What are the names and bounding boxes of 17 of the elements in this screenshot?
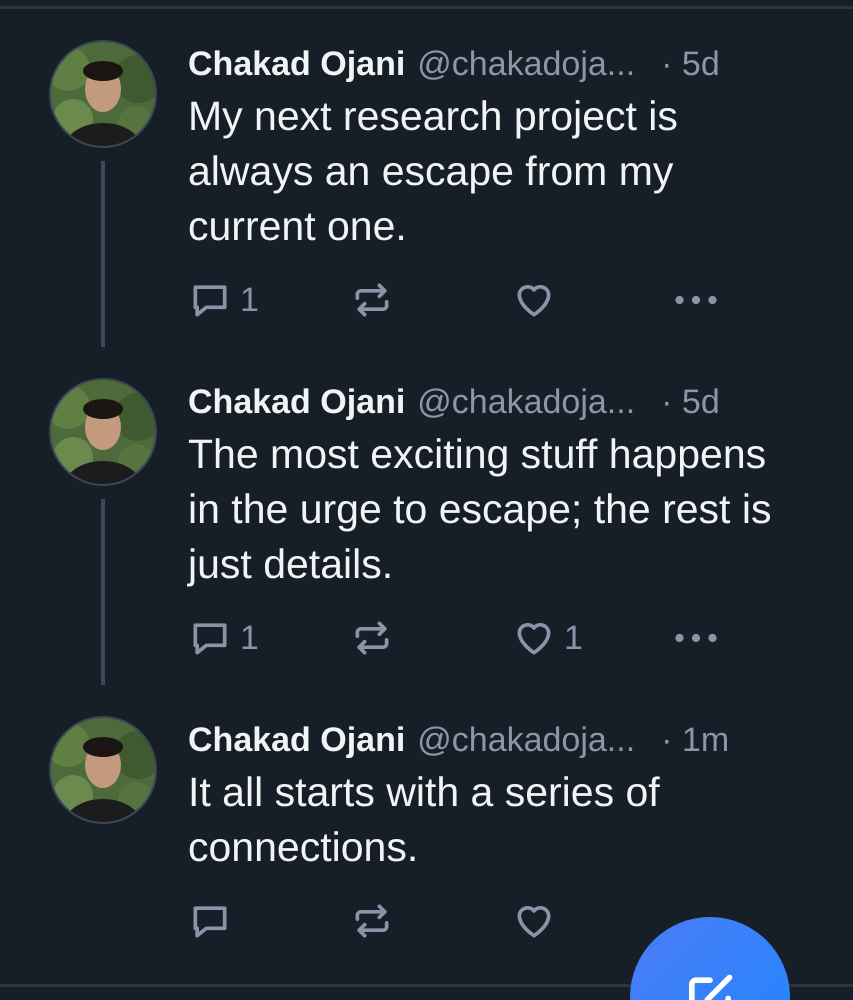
like-count: 1	[564, 618, 583, 658]
author-handle[interactable]: @chakadoja...	[417, 377, 636, 427]
post-time: · 5d	[661, 44, 720, 85]
author-name[interactable]: Chakad Ojani	[188, 39, 406, 89]
author-name[interactable]: Chakad Ojani	[188, 377, 406, 427]
post-text: It all starts with a series of connections.	[188, 768, 661, 872]
reply-count: 1	[240, 280, 259, 320]
reply-count: 1	[240, 618, 259, 658]
author-handle[interactable]: @chakadoja...	[417, 715, 636, 765]
author-name[interactable]: Chakad Ojani	[188, 715, 406, 765]
more-icon[interactable]	[674, 632, 718, 644]
author-handle[interactable]: @chakadoja...	[417, 39, 636, 89]
post-text: My next research project is always an escape from my current one.	[188, 92, 679, 251]
post-time: · 1m	[661, 720, 730, 761]
post-time: · 5d	[661, 382, 720, 423]
more-icon[interactable]	[674, 294, 718, 306]
post-text: The most exciting stuff happens in the urge to escape; the rest is just details.	[188, 430, 772, 589]
